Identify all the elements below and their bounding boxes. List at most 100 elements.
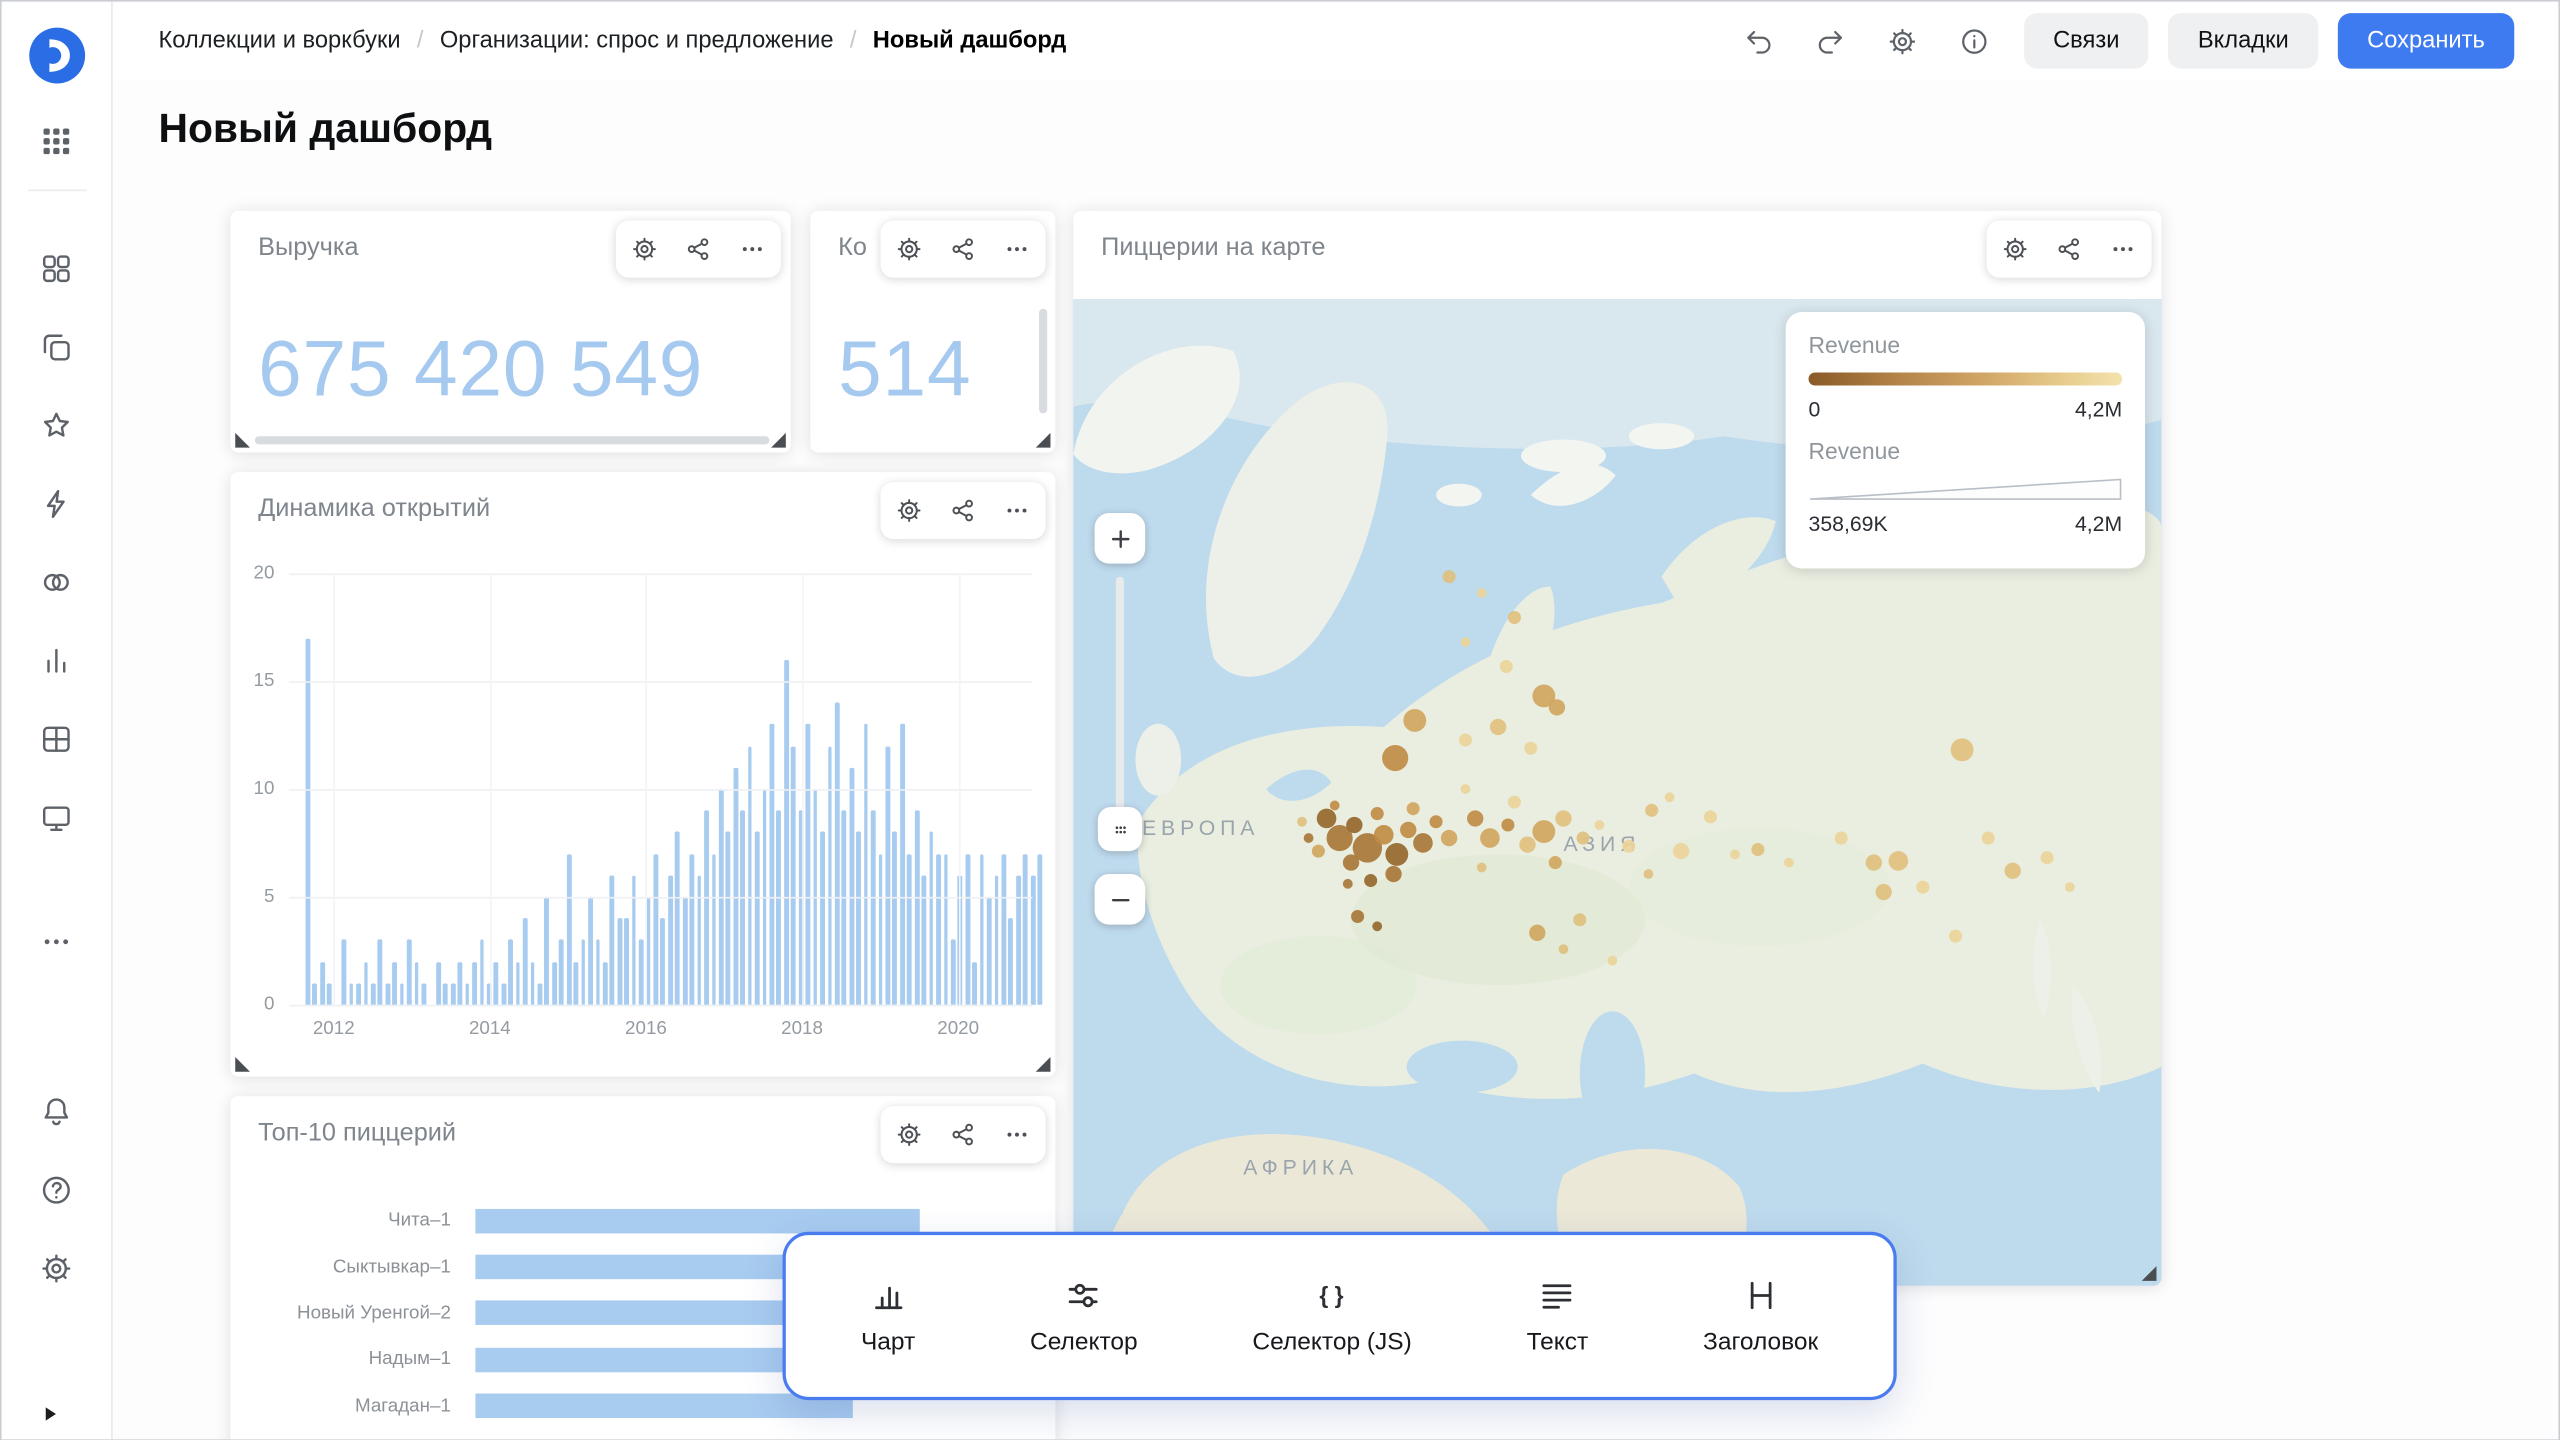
sidebar-item-tables[interactable] bbox=[24, 706, 89, 771]
sidebar-item-monitoring[interactable] bbox=[24, 784, 89, 849]
map-point[interactable] bbox=[1982, 832, 1995, 845]
widget-counter[interactable]: Ко 514 bbox=[810, 211, 1055, 453]
map-point[interactable] bbox=[1429, 815, 1442, 828]
map-point[interactable] bbox=[1461, 784, 1471, 794]
widget-menu-button[interactable] bbox=[990, 222, 1044, 276]
map-point[interactable] bbox=[1467, 810, 1483, 826]
widget-links-button[interactable] bbox=[2042, 222, 2096, 276]
map-point[interactable] bbox=[1835, 832, 1848, 845]
widget-menu-button[interactable] bbox=[990, 1108, 1044, 1162]
sidebar-item-workbooks[interactable] bbox=[24, 314, 89, 379]
map-point[interactable] bbox=[1594, 820, 1604, 830]
sidebar-item-charts[interactable] bbox=[24, 627, 89, 692]
map-point[interactable] bbox=[1889, 851, 1909, 871]
breadcrumb-item[interactable]: Коллекции и воркбуки bbox=[158, 28, 400, 54]
map-point[interactable] bbox=[1477, 588, 1487, 598]
map-point[interactable] bbox=[1477, 863, 1487, 873]
sidebar-item-more[interactable] bbox=[24, 908, 89, 973]
map-point[interactable] bbox=[1751, 843, 1764, 856]
map-point[interactable] bbox=[1949, 930, 1962, 943]
map-point[interactable] bbox=[1304, 833, 1314, 843]
map-point[interactable] bbox=[1407, 802, 1420, 815]
map-point[interactable] bbox=[1413, 833, 1433, 853]
widget-settings-button[interactable] bbox=[882, 484, 936, 538]
map-point[interactable] bbox=[1346, 817, 1362, 833]
resize-handle-bl[interactable] bbox=[235, 433, 250, 448]
add-text-button[interactable]: Текст bbox=[1527, 1276, 1589, 1356]
widget-map[interactable]: Пиццерии на карте bbox=[1073, 211, 2161, 1286]
add-selector-button[interactable]: Селектор bbox=[1030, 1276, 1138, 1356]
map-point[interactable] bbox=[1673, 843, 1689, 859]
map-point[interactable] bbox=[1403, 709, 1426, 732]
sidebar-item-favorites[interactable] bbox=[24, 392, 89, 457]
map-point[interactable] bbox=[1644, 869, 1654, 879]
map-point[interactable] bbox=[1312, 845, 1325, 858]
settings-button[interactable] bbox=[24, 1235, 89, 1300]
widget-links-button[interactable] bbox=[936, 484, 990, 538]
resize-handle-br[interactable] bbox=[1036, 433, 1051, 448]
map-point[interactable] bbox=[2040, 851, 2053, 864]
map-point[interactable] bbox=[1665, 792, 1675, 802]
horizontal-scrollbar[interactable] bbox=[255, 436, 770, 444]
map-point[interactable] bbox=[1875, 884, 1891, 900]
widget-links-button[interactable] bbox=[936, 222, 990, 276]
widget-menu-button[interactable] bbox=[2096, 222, 2150, 276]
map-point[interactable] bbox=[1382, 745, 1408, 771]
map-point[interactable] bbox=[1508, 796, 1521, 809]
widget-links-button[interactable] bbox=[936, 1108, 990, 1162]
resize-handle-br[interactable] bbox=[771, 433, 786, 448]
widget-settings-button[interactable] bbox=[618, 222, 672, 276]
vertical-scrollbar[interactable] bbox=[1039, 309, 1047, 414]
map-point[interactable] bbox=[1501, 818, 1514, 831]
add-chart-button[interactable]: Чарт bbox=[861, 1276, 915, 1356]
add-selector-js-button[interactable]: { } Селектор (JS) bbox=[1252, 1276, 1411, 1356]
map-point[interactable] bbox=[1400, 822, 1416, 838]
map-point[interactable] bbox=[1622, 840, 1635, 853]
map-point[interactable] bbox=[2005, 863, 2021, 879]
tabs-button[interactable]: Вкладки bbox=[2168, 13, 2318, 69]
notifications-button[interactable] bbox=[24, 1078, 89, 1143]
map-point[interactable] bbox=[1704, 810, 1717, 823]
map-point[interactable] bbox=[1385, 866, 1401, 882]
datalens-logo[interactable] bbox=[25, 25, 87, 87]
map-point[interactable] bbox=[1532, 820, 1555, 843]
collapse-sidebar-button[interactable] bbox=[38, 1402, 63, 1427]
apps-grid-icon[interactable] bbox=[24, 108, 89, 173]
map-point[interactable] bbox=[1784, 858, 1794, 868]
map-point[interactable] bbox=[1866, 854, 1882, 870]
map-point[interactable] bbox=[1524, 742, 1537, 755]
sidebar-item-collections[interactable] bbox=[24, 235, 89, 300]
map-point[interactable] bbox=[1519, 836, 1535, 852]
resize-handle-br[interactable] bbox=[1036, 1057, 1051, 1072]
sidebar-item-datasets[interactable] bbox=[24, 549, 89, 614]
undo-button[interactable] bbox=[1730, 11, 1789, 70]
map-point[interactable] bbox=[1951, 738, 1974, 761]
widget-settings-button[interactable] bbox=[882, 1108, 936, 1162]
add-heading-button[interactable]: Заголовок bbox=[1703, 1276, 1818, 1356]
map-point[interactable] bbox=[1577, 832, 1590, 845]
widget-menu-button[interactable] bbox=[725, 222, 779, 276]
zoom-in-button[interactable] bbox=[1095, 513, 1146, 564]
map-point[interactable] bbox=[1343, 879, 1353, 889]
map-point[interactable] bbox=[1372, 921, 1382, 931]
widget-menu-button[interactable] bbox=[990, 484, 1044, 538]
map-view[interactable]: ЕВРОПА АЗИЯ АФРИКА Revenue 0 4,2М Revenu… bbox=[1073, 299, 2161, 1286]
map-point[interactable] bbox=[1443, 570, 1456, 583]
map-point[interactable] bbox=[1549, 699, 1565, 715]
zoom-out-button[interactable] bbox=[1095, 874, 1146, 925]
map-point[interactable] bbox=[1529, 925, 1545, 941]
widget-settings-button[interactable] bbox=[882, 222, 936, 276]
map-point[interactable] bbox=[1441, 830, 1457, 846]
help-button[interactable] bbox=[24, 1157, 89, 1222]
map-point[interactable] bbox=[1916, 881, 1929, 894]
zoom-drag-handle[interactable] bbox=[1098, 807, 1142, 851]
info-button[interactable] bbox=[1945, 11, 2004, 70]
widget-links-button[interactable] bbox=[671, 222, 725, 276]
map-point[interactable] bbox=[1490, 719, 1506, 735]
widget-dynamics-chart[interactable]: Динамика открытий 2015105020122014201620… bbox=[230, 472, 1055, 1076]
widget-revenue[interactable]: Выручка 675 420 549 bbox=[230, 211, 790, 453]
map-point[interactable] bbox=[1645, 804, 1658, 817]
map-point[interactable] bbox=[1573, 913, 1586, 926]
map-point[interactable] bbox=[1385, 843, 1408, 866]
save-button[interactable]: Сохранить bbox=[2338, 13, 2515, 69]
